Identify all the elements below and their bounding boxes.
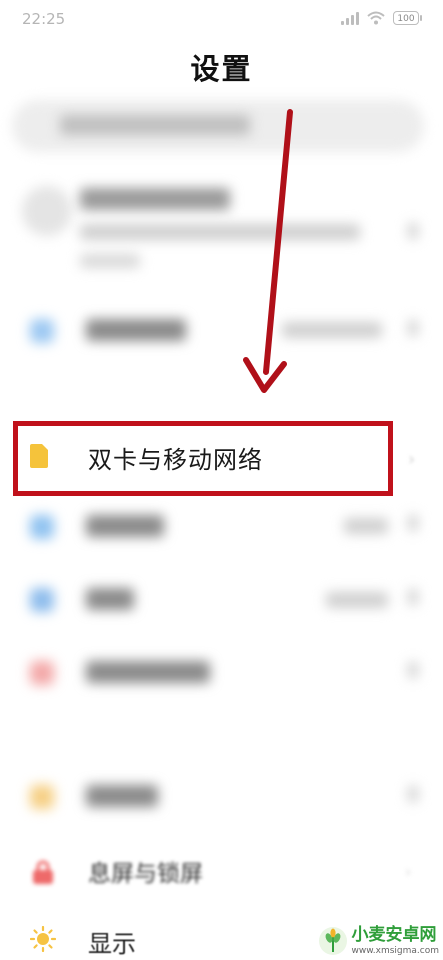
blurred-settings-list [0,95,443,960]
chevron-right-icon [408,786,418,802]
chevron-right-icon [408,223,418,239]
bluetooth-value [326,592,388,608]
watermark-url: www.xmsigma.com [351,945,439,956]
chevron-right-icon: › [405,862,412,881]
wheat-logo-icon [318,927,347,955]
lock-screen-label: 息屏与锁屏 [88,861,203,887]
search-placeholder [60,115,250,135]
lock-icon [33,860,53,884]
watermark: 小麦安卓网 www.xmsigma.com [318,926,439,956]
chevron-right-icon [408,589,418,605]
chevron-right-icon [408,320,418,336]
device-value [282,322,382,338]
chevron-right-icon: › [408,449,416,470]
highlight-box [13,421,393,496]
theme-label[interactable] [86,785,158,807]
bluetooth-label[interactable] [86,588,134,610]
account-subtitle [80,224,360,240]
wlan-label[interactable] [86,515,164,537]
wifi-setting-icon [30,515,54,539]
chevron-right-icon [408,515,418,531]
connection-sharing-label[interactable] [86,661,210,683]
battery-icon: 100 [393,11,422,25]
page-title: 设置 [190,52,253,86]
bluetooth-icon [30,588,54,612]
settings-row-lock-screen[interactable]: 息屏与锁屏 › [0,850,443,896]
account-avatar[interactable] [22,186,72,236]
status-icons: 100 [341,11,422,25]
connection-sharing-icon [30,661,54,685]
status-time: 22:25 [22,10,66,28]
display-label: 显示 [88,930,136,958]
account-subtitle-2 [80,254,140,268]
wlan-value [344,518,388,534]
device-icon [30,319,54,343]
wifi-icon [367,11,385,25]
status-bar: 22:25 100 [0,0,443,40]
chevron-right-icon [408,662,418,678]
theme-icon [30,785,54,809]
watermark-name: 小麦安卓网 [351,924,437,945]
signal-icon [341,11,359,25]
device-label[interactable] [86,319,186,341]
sun-icon [30,926,56,952]
account-name [80,188,230,210]
